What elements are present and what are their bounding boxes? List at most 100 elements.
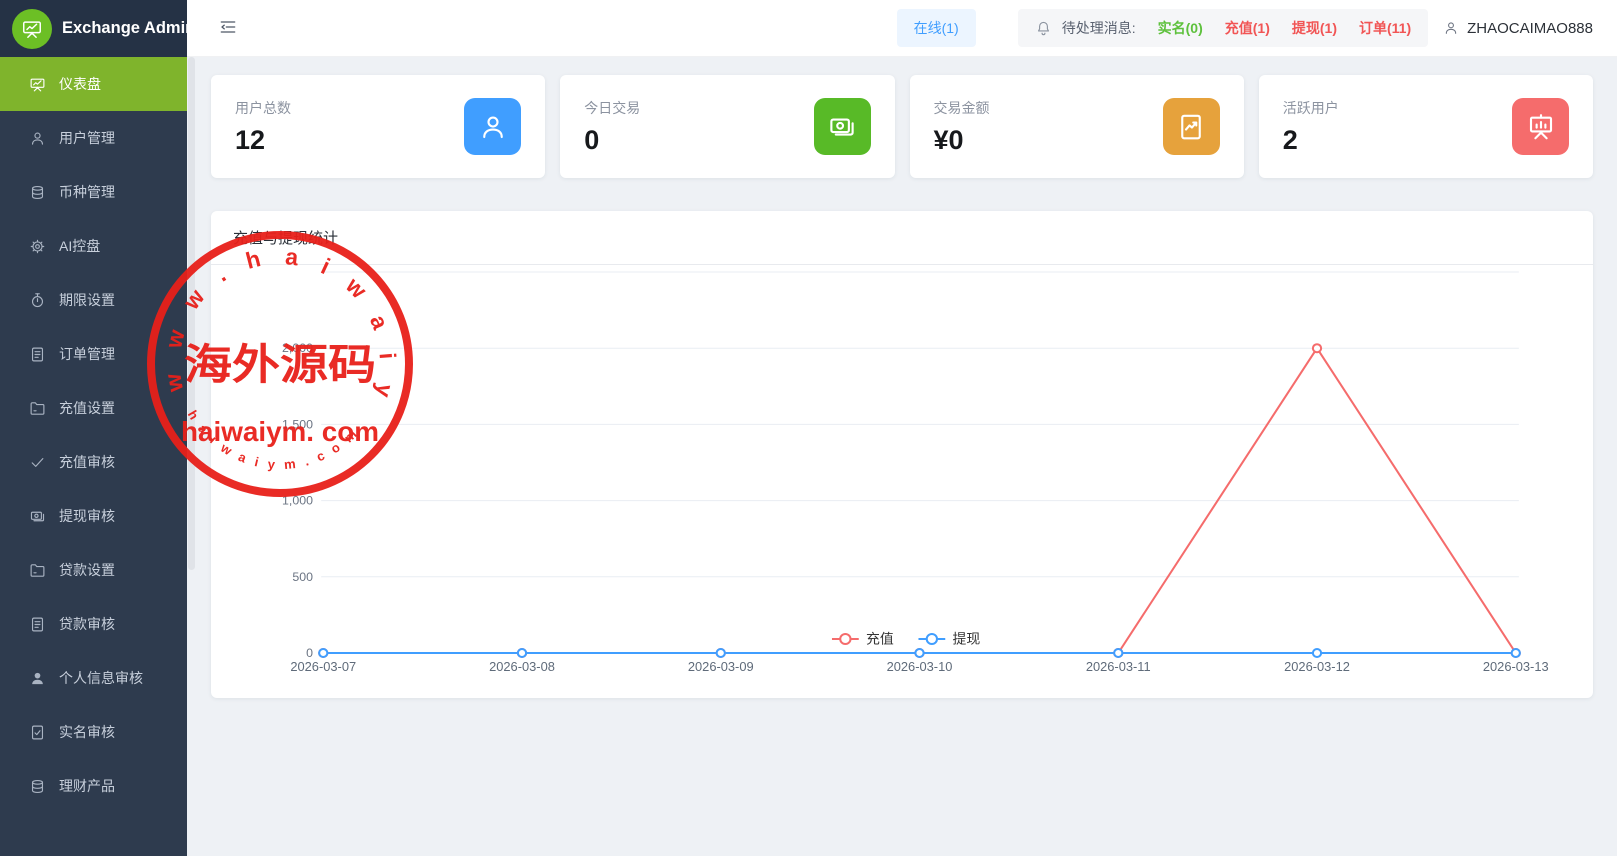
sidebar-menu: 仪表盘用户管理币种管理 AI控盘期限设置订单管理充值设置充值审核提现审核贷款设置贷… — [0, 57, 187, 813]
sidebar-item[interactable]: 贷款审核 — [0, 597, 187, 651]
user-avatar-icon — [1443, 20, 1459, 36]
sidebar-item-label: 贷款设置 — [59, 560, 115, 580]
chart-body: 0 500 1,000 1,500 2,000 2026-03-07 2026-03-08 2… — [211, 265, 1593, 683]
pending-badge[interactable]: 充值(1) — [1225, 20, 1270, 36]
sidebar-item[interactable]: 仪表盘 — [0, 57, 187, 111]
document-check-icon — [29, 724, 46, 741]
gear-icon — [29, 238, 46, 255]
sidebar-item-label: 实名审核 — [59, 722, 115, 742]
topbar-right: 在线(1) 待处理消息: 实名(0) 充值(1) 提现(1) 订单(11) ZHAOC… — [897, 9, 1593, 47]
sidebar-scrollbar[interactable] — [188, 57, 195, 570]
bell-icon — [1035, 20, 1052, 37]
sidebar-item[interactable]: 充值审核 — [0, 435, 187, 489]
board-icon — [1526, 112, 1556, 142]
sidebar-item-label: 提现审核 — [59, 506, 115, 526]
stopwatch-icon — [29, 292, 46, 309]
menu-fold-button[interactable] — [217, 17, 239, 39]
check-icon — [29, 454, 46, 471]
svg-text:2026-03-08: 2026-03-08 — [489, 660, 555, 674]
chart-legend[interactable]: 充值 提现 — [832, 632, 981, 647]
stat-value: 2 — [1283, 125, 1339, 156]
brand-title: Exchange Admin — [62, 19, 195, 38]
svg-text:1,000: 1,000 — [282, 494, 313, 508]
svg-text:2026-03-12: 2026-03-12 — [1284, 660, 1350, 674]
svg-text:充值: 充值 — [866, 632, 894, 647]
stats-row: 用户总数12今日交易0交易金额¥0活跃用户2 — [211, 75, 1593, 178]
sidebar-item-label: 仪表盘 — [59, 74, 101, 94]
sidebar-item[interactable]: 用户管理 — [0, 111, 187, 165]
sidebar-item-label: 订单管理 — [59, 344, 115, 364]
sidebar-item[interactable]: 实名审核 — [0, 705, 187, 759]
sidebar-item[interactable]: 理财产品 — [0, 759, 187, 813]
stat-value: 0 — [584, 125, 640, 156]
app-root: Exchange Admin 仪表盘用户管理币种管理AI控盘期限设置订单管理充值… — [0, 0, 1617, 856]
brand: Exchange Admin — [0, 0, 187, 57]
document-icon — [29, 346, 46, 363]
svg-text:2026-03-09: 2026-03-09 — [688, 660, 754, 674]
stat-card: 交易金额 ¥0 — [910, 75, 1244, 178]
sidebar-item[interactable]: 提现审核 — [0, 489, 187, 543]
svg-text:2,000: 2,000 — [282, 341, 313, 355]
online-status-badge[interactable]: 在线(1) — [897, 9, 976, 47]
svg-text:2026-03-11: 2026-03-11 — [1086, 660, 1151, 674]
sidebar-item-label: 币种管理 — [59, 182, 115, 202]
pending-badges: 实名(0) 充值(1) 提现(1) 订单(11) — [1136, 18, 1412, 38]
stat-icon — [1512, 98, 1569, 155]
sidebar-item[interactable]: AI控盘 — [0, 219, 187, 273]
stat-card: 活跃用户 2 — [1259, 75, 1593, 178]
stat-label: 用户总数 — [235, 98, 291, 118]
content: 用户总数12今日交易0交易金额¥0活跃用户2 充值与提现统计 05001,000… — [187, 57, 1617, 698]
chart-title: 充值与提现统计 — [211, 211, 1593, 265]
pending-badge[interactable]: 订单(11) — [1359, 20, 1411, 36]
svg-text:提现: 提现 — [952, 632, 980, 647]
stat-label: 活跃用户 — [1283, 98, 1339, 118]
stat-label: 交易金额 — [934, 98, 990, 118]
username: ZHAOCAIMAO888 — [1467, 20, 1593, 37]
topbar: 在线(1) 待处理消息: 实名(0) 充值(1) 提现(1) 订单(11) ZHAOC… — [187, 0, 1617, 57]
stat-icon — [814, 98, 871, 155]
sidebar-item[interactable]: 充值设置 — [0, 381, 187, 435]
stat-icon — [464, 98, 521, 155]
sidebar-item-label: 用户管理 — [59, 128, 115, 148]
pending-messages-bar: 待处理消息: 实名(0) 充值(1) 提现(1) 订单(11) — [1018, 9, 1428, 47]
pending-badge[interactable]: 提现(1) — [1292, 20, 1337, 36]
sidebar-item-label: 充值设置 — [59, 398, 115, 418]
chart-card: 充值与提现统计 0 500 1,000 1,500 2,000 2026-03-07 202… — [211, 211, 1593, 698]
pending-badge[interactable]: 实名(0) — [1158, 20, 1203, 36]
trend-doc-icon — [1176, 112, 1206, 142]
sidebar-item-label: AI控盘 — [59, 236, 100, 256]
svg-text:2026-03-07: 2026-03-07 — [290, 660, 356, 674]
sidebar-item[interactable]: 期限设置 — [0, 273, 187, 327]
sidebar-item[interactable]: 币种管理 — [0, 165, 187, 219]
sidebar-item[interactable]: 贷款设置 — [0, 543, 187, 597]
sidebar-item-label: 理财产品 — [59, 776, 115, 796]
user-icon — [478, 112, 508, 142]
folder-icon — [29, 400, 46, 417]
svg-text:2026-03-10: 2026-03-10 — [887, 660, 953, 674]
pending-messages-label: 待处理消息: — [1062, 18, 1136, 38]
sidebar-item-label: 贷款审核 — [59, 614, 115, 634]
money-icon — [29, 508, 46, 525]
coins-icon — [29, 184, 46, 201]
recharge-withdraw-chart: 0 500 1,000 1,500 2,000 2026-03-07 2026-03-08 2… — [211, 265, 1593, 683]
sidebar: Exchange Admin 仪表盘用户管理币种管理 AI控盘期限设置订单管理充值… — [0, 0, 187, 856]
brand-logo-icon — [12, 9, 52, 49]
document-icon — [29, 616, 46, 633]
money-icon — [827, 112, 857, 142]
presentation-board-icon — [21, 18, 43, 40]
svg-text:0: 0 — [306, 646, 313, 660]
svg-text:500: 500 — [292, 570, 313, 584]
user-menu[interactable]: ZHAOCAIMAO888 — [1443, 20, 1593, 37]
sidebar-item[interactable]: 个人信息审核 — [0, 651, 187, 705]
sidebar-item[interactable]: 订单管理 — [0, 327, 187, 381]
stat-icon — [1163, 98, 1220, 155]
sidebar-item-label: 期限设置 — [59, 290, 115, 310]
main-area: 在线(1) 待处理消息: 实名(0) 充值(1) 提现(1) 订单(11) ZHAOC… — [187, 0, 1617, 856]
stat-value: 12 — [235, 125, 291, 156]
stat-value: ¥0 — [934, 125, 990, 156]
user-icon — [29, 130, 46, 147]
folder-icon — [29, 562, 46, 579]
svg-text:1,500: 1,500 — [282, 418, 313, 432]
sidebar-item-label: 个人信息审核 — [59, 668, 143, 688]
svg-text:2026-03-13: 2026-03-13 — [1483, 660, 1549, 674]
